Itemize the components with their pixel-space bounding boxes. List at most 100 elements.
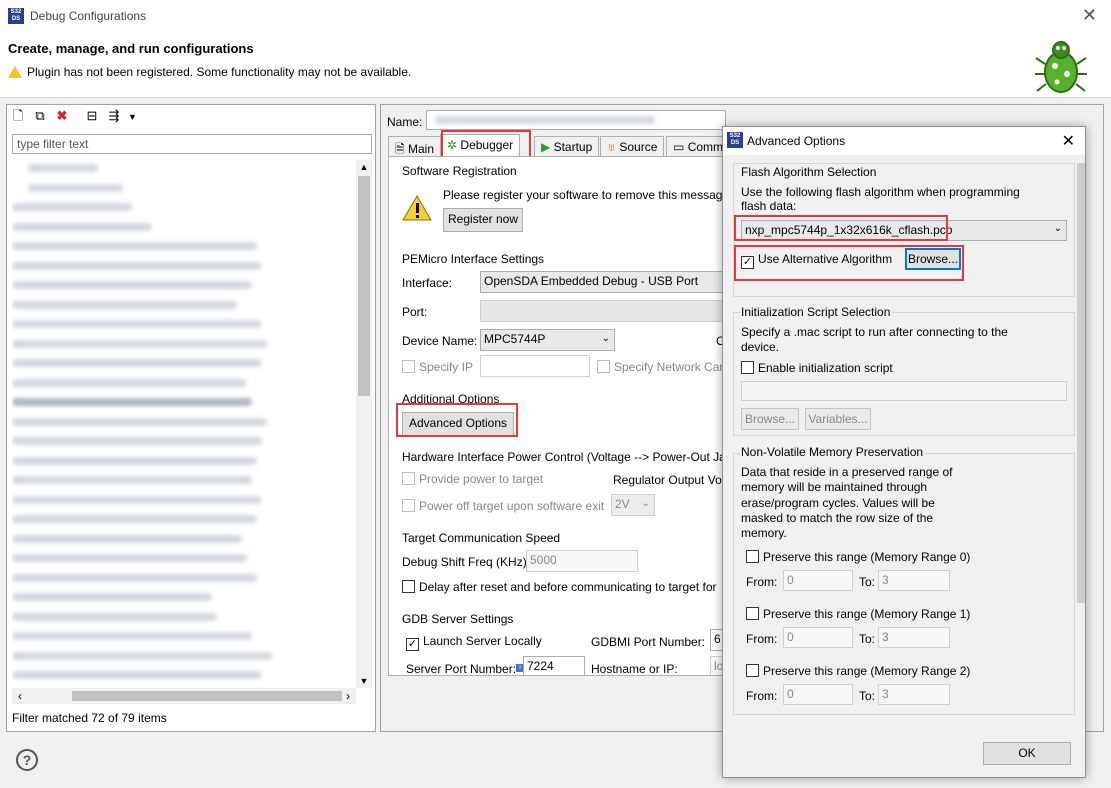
shift-freq-field[interactable]: 5000 [526,550,638,572]
configuration-tree[interactable] [12,160,356,688]
tree-item[interactable] [12,339,356,356]
tree-item[interactable] [12,612,356,629]
port-label: Port: [402,305,428,319]
range-0-from-field[interactable]: 0 [783,570,853,591]
title-bar: S32 DS Debug Configurations ✕ [0,0,1111,32]
range-0-to-label: To: [859,575,876,589]
delete-icon[interactable]: ✖ [54,108,70,124]
scroll-left-icon[interactable]: ‹ [12,688,28,704]
preserve-range-0-checkbox[interactable]: Preserve this range (Memory Range 0) [746,550,970,564]
tree-item[interactable] [12,456,356,473]
chevron-down-icon[interactable]: ▼ [128,109,137,125]
tree-item[interactable] [12,183,356,200]
dialog-close-icon[interactable]: ✕ [1062,131,1075,151]
tab-common[interactable]: ▭ Comm [666,136,724,156]
gdb-group-title: GDB Server Settings [402,612,514,626]
tree-item[interactable] [12,261,356,278]
advanced-options-highlight [396,403,518,437]
source-icon: ♅ [607,140,616,154]
scroll-right-icon[interactable]: › [340,688,356,704]
gdbmi-port-label: GDBMI Port Number: [591,635,706,649]
alternative-algorithm-highlight [734,245,964,281]
provide-power-checkbox[interactable]: Provide power to target [402,472,543,486]
server-port-field[interactable]: 7224 [523,656,585,675]
help-icon[interactable]: ? [16,749,38,771]
filter-input[interactable] [12,134,372,154]
config-tabs: 🗎 Main ✲ Debugger ▶ Startup ♅ Source ▭ C… [388,134,728,156]
tab-startup[interactable]: ▶ Startup [534,136,600,156]
scroll-up-icon[interactable]: ▲ [356,160,372,174]
warning-message: Plugin has not been registered. Some fun… [8,65,411,79]
comm-speed-group-title: Target Communication Speed [402,531,561,545]
range-1-to-field[interactable]: 3 [878,627,950,648]
tree-item[interactable] [12,164,356,180]
warning-icon [8,66,22,78]
range-1-from-field[interactable]: 0 [783,627,853,648]
specify-ip-checkbox[interactable]: Specify IP [402,360,473,374]
power-control-group-title: Hardware Interface Power Control (Voltag… [402,450,724,464]
range-0-from-label: From: [746,575,778,589]
tree-item[interactable] [12,632,356,648]
preserve-range-1-checkbox[interactable]: Preserve this range (Memory Range 1) [746,607,970,621]
collapse-all-icon[interactable]: ⊟ [84,108,100,124]
tree-vertical-scrollbar[interactable]: ▲ ▼ [356,160,372,688]
interface-select[interactable]: OpenSDA Embedded Debug - USB Port [480,271,723,293]
specify-network-card-checkbox[interactable]: Specify Network Card [597,360,723,374]
tree-item[interactable] [12,573,356,590]
scroll-down-icon[interactable]: ▼ [356,674,372,688]
launch-server-checkbox[interactable]: ✓ Launch Server Locally [406,634,542,651]
variables-button[interactable]: Variables... [805,408,871,430]
tree-item[interactable] [12,378,356,395]
tab-main[interactable]: 🗎 Main [388,136,442,156]
init-browse-button[interactable]: Browse... [741,408,799,430]
tab-source[interactable]: ♅ Source [600,136,665,156]
duplicate-icon[interactable]: ⧉ [32,108,48,124]
tree-scroll-thumb[interactable] [358,176,370,396]
tree-item[interactable] [12,320,356,336]
shift-freq-label: Debug Shift Freq (KHz) [402,555,527,569]
port-select[interactable] [480,300,723,322]
tree-item[interactable] [12,359,356,375]
ip-field[interactable] [480,355,590,377]
new-configuration-icon[interactable]: 🗋 [10,108,26,124]
tree-item[interactable] [12,593,356,609]
preserve-range-2-checkbox[interactable]: Preserve this range (Memory Range 2) [746,664,970,678]
voltage-select[interactable]: 2V ⌄ [611,494,655,516]
filter-icon[interactable]: ⇶ [106,108,122,124]
device-name-label: Device Name: [402,334,478,348]
tree-item[interactable] [12,222,356,239]
tree-item[interactable] [12,242,356,258]
window-close-icon[interactable]: ✕ [1082,5,1097,26]
range-2-from-field[interactable]: 0 [783,684,853,705]
ok-button[interactable]: OK [983,742,1071,765]
delay-after-reset-checkbox[interactable]: Delay after reset and before communicati… [402,580,717,594]
tree-item[interactable] [12,417,356,434]
tree-item[interactable] [12,476,356,492]
algorithm-highlight [734,215,948,241]
power-off-checkbox[interactable]: Power off target upon software exit [402,499,604,513]
range-2-from-label: From: [746,689,778,703]
dialog-scrollbar[interactable] [1077,163,1085,603]
tree-item[interactable] [12,203,356,219]
tree-item[interactable] [12,651,356,668]
tree-item[interactable] [12,534,356,551]
tree-item[interactable] [12,398,356,414]
tree-item[interactable] [12,554,356,570]
tree-item[interactable] [12,281,356,297]
tree-hscroll-thumb[interactable] [72,691,342,701]
tree-item[interactable] [12,515,356,531]
enable-init-script-checkbox[interactable]: Enable initialization script [741,361,893,375]
filter-status: Filter matched 72 of 79 items [12,711,167,725]
tree-item[interactable] [12,437,356,453]
init-script-path-field[interactable] [741,381,1067,401]
device-name-select[interactable]: MPC5744P ⌄ [480,329,615,351]
tree-item[interactable] [12,300,356,317]
register-now-button[interactable]: Register now [443,208,523,232]
range-2-to-field[interactable]: 3 [878,684,950,705]
chevron-down-icon: ⌄ [1053,223,1062,234]
tree-item[interactable] [12,671,356,687]
name-field[interactable] [426,110,726,130]
tree-horizontal-scrollbar[interactable]: ‹ › [12,688,356,704]
range-0-to-field[interactable]: 3 [878,570,950,591]
tree-item[interactable] [12,495,356,512]
